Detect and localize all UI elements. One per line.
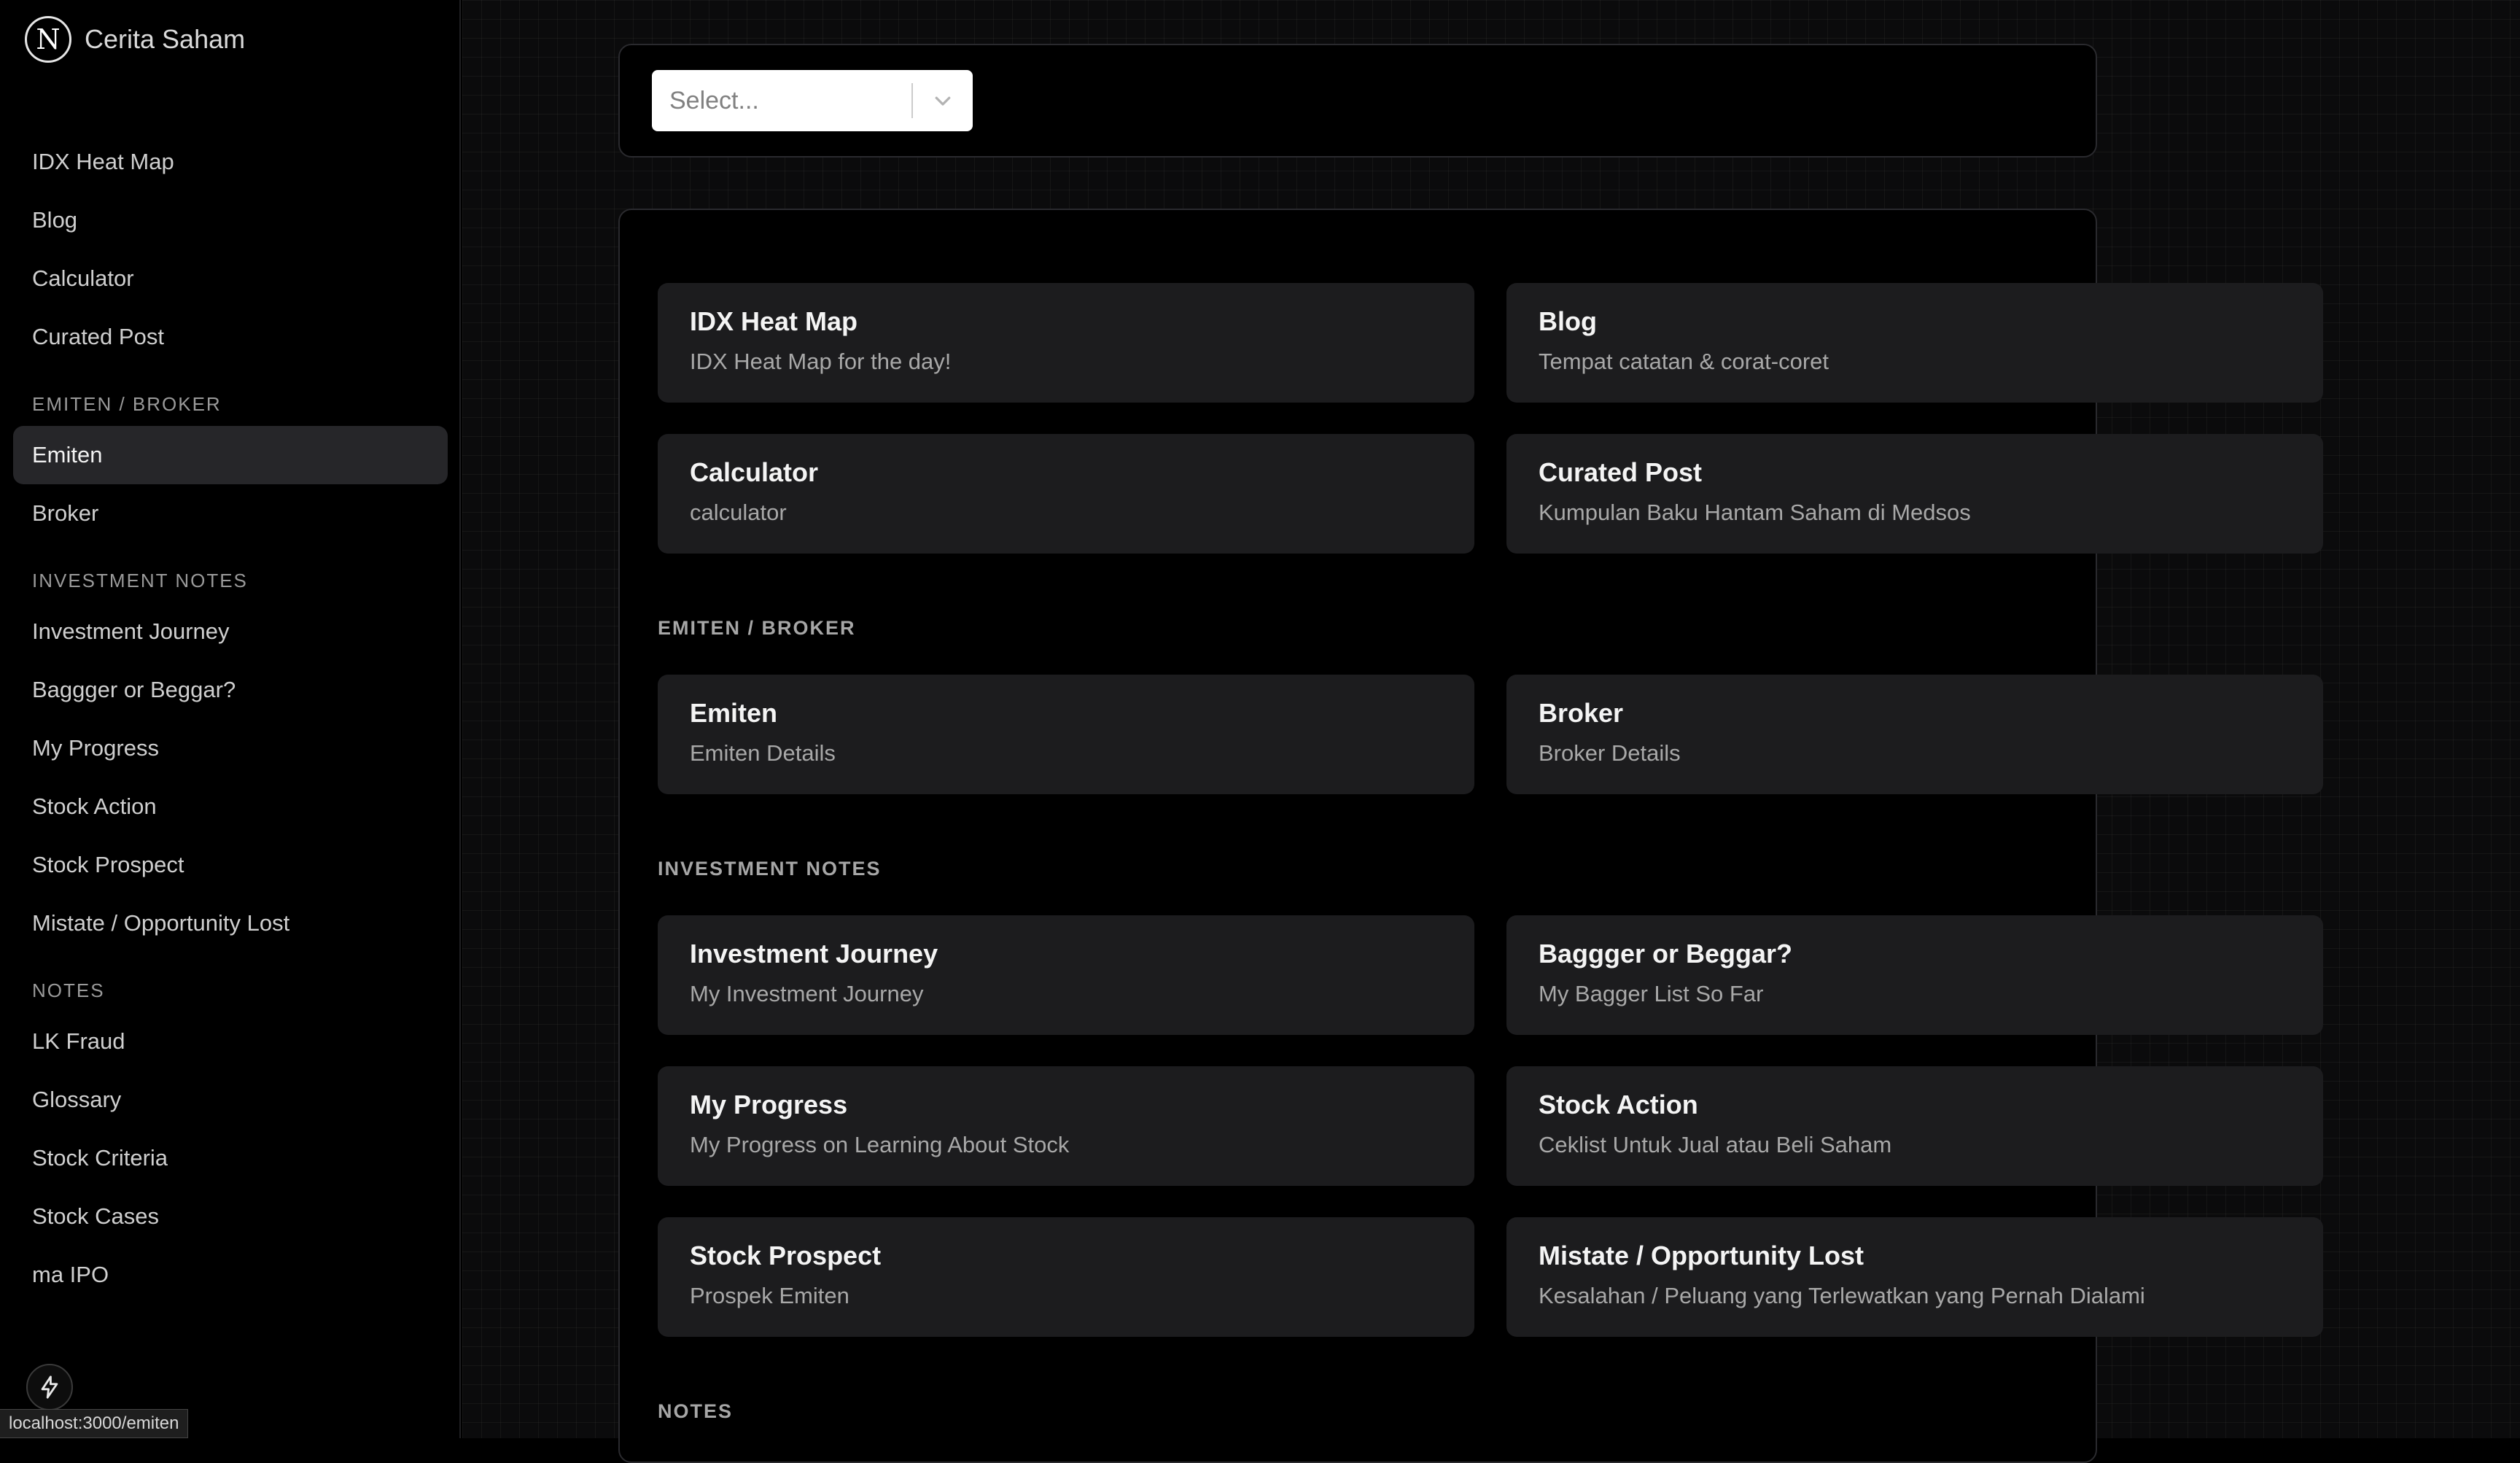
card-title: Stock Prospect <box>690 1241 882 1270</box>
card-title: Emiten <box>690 698 778 728</box>
search-panel: Select... <box>618 44 2097 158</box>
card-title: My Progress <box>690 1090 848 1119</box>
select-dropdown-toggle[interactable] <box>913 90 973 112</box>
sidebar-nav: IDX Heat Map Blog Calculator Curated Pos… <box>13 133 448 1304</box>
main-content: Select... IDX Heat Map IDX Heat Map for … <box>462 0 2520 1463</box>
card-my-progress[interactable]: My Progress My Progress on Learning Abou… <box>658 1066 1474 1186</box>
card-title: Investment Journey <box>690 939 938 969</box>
sidebar-item-blog[interactable]: Blog <box>13 191 448 249</box>
section-heading-emiten-broker: EMITEN / BROKER <box>658 617 856 639</box>
card-description: IDX Heat Map for the day! <box>690 349 952 374</box>
sidebar-item-investment-journey[interactable]: Investment Journey <box>13 602 448 661</box>
sidebar-item-stock-cases[interactable]: Stock Cases <box>13 1187 448 1246</box>
sidebar-item-stock-action[interactable]: Stock Action <box>13 777 448 836</box>
card-description: My Bagger List So Far <box>1539 981 1764 1006</box>
sidebar-item-mistake-opportunity-lost[interactable]: Mistate / Opportunity Lost <box>13 894 448 952</box>
sidebar-item-stock-prospect[interactable]: Stock Prospect <box>13 836 448 894</box>
sidebar-item-calculator[interactable]: Calculator <box>13 249 448 308</box>
card-calculator[interactable]: Calculator calculator <box>658 434 1474 554</box>
card-description: Kumpulan Baku Hantam Saham di Medsos <box>1539 500 1971 525</box>
card-description: Kesalahan / Peluang yang Terlewatkan yan… <box>1539 1283 2145 1308</box>
section-heading-investment-notes: INVESTMENT NOTES <box>658 858 882 880</box>
card-description: My Investment Journey <box>690 981 924 1006</box>
sidebar-section-emiten-broker: EMITEN / BROKER <box>32 392 222 415</box>
card-description: My Progress on Learning About Stock <box>690 1132 1070 1157</box>
card-title: Calculator <box>690 457 819 487</box>
card-bagger-or-beggar[interactable]: Baggger or Beggar? My Bagger List So Far <box>1506 915 2323 1035</box>
sidebar-item-my-progress[interactable]: My Progress <box>13 719 448 777</box>
card-title: Stock Action <box>1539 1090 1698 1119</box>
card-description: Broker Details <box>1539 740 1681 766</box>
sidebar-item-stock-criteria[interactable]: Stock Criteria <box>13 1129 448 1187</box>
card-broker[interactable]: Broker Broker Details <box>1506 675 2323 794</box>
card-emiten[interactable]: Emiten Emiten Details <box>658 675 1474 794</box>
sidebar-item-curated-post[interactable]: Curated Post <box>13 308 448 366</box>
brand[interactable]: N Cerita Saham <box>25 16 245 63</box>
card-stock-prospect[interactable]: Stock Prospect Prospek Emiten <box>658 1217 1474 1337</box>
lightning-bolt-icon <box>41 1375 58 1399</box>
status-bar-url: localhost:3000/emiten <box>0 1409 189 1438</box>
sidebar-item-bagger-or-beggar[interactable]: Baggger or Beggar? <box>13 661 448 719</box>
card-description: Ceklist Untuk Jual atau Beli Saham <box>1539 1132 1892 1157</box>
chevron-down-icon <box>935 96 951 106</box>
sidebar-item-idx-heat-map[interactable]: IDX Heat Map <box>13 133 448 191</box>
sidebar: N Cerita Saham IDX Heat Map Blog Calcula… <box>0 0 461 1438</box>
sidebar-item-broker[interactable]: Broker <box>13 484 448 543</box>
card-description: calculator <box>690 500 787 525</box>
card-idx-heat-map[interactable]: IDX Heat Map IDX Heat Map for the day! <box>658 283 1474 403</box>
app-title: Cerita Saham <box>85 24 246 54</box>
search-select-placeholder: Select... <box>669 86 759 115</box>
nextjs-logo-icon: N <box>25 16 71 63</box>
card-description: Tempat catatan & corat-coret <box>1539 349 1829 374</box>
sidebar-item-emiten[interactable]: Emiten <box>13 426 448 484</box>
card-title: IDX Heat Map <box>690 306 858 336</box>
card-title: Blog <box>1539 306 1597 336</box>
links-panel: IDX Heat Map IDX Heat Map for the day! B… <box>618 209 2323 1463</box>
section-heading-notes: NOTES <box>658 1400 734 1422</box>
card-description: Prospek Emiten <box>690 1283 849 1308</box>
sidebar-item-ipo[interactable]: ma IPO <box>13 1246 448 1304</box>
sidebar-item-lk-fraud[interactable]: LK Fraud <box>13 1012 448 1071</box>
search-select[interactable]: Select... <box>652 70 973 131</box>
card-investment-journey[interactable]: Investment Journey My Investment Journey <box>658 915 1474 1035</box>
card-title: Baggger or Beggar? <box>1539 939 1793 969</box>
card-blog[interactable]: Blog Tempat catatan & corat-coret <box>1506 283 2323 403</box>
sidebar-section-notes: NOTES <box>32 979 105 1001</box>
card-title: Mistate / Opportunity Lost <box>1539 1241 1864 1270</box>
dev-tools-button[interactable] <box>26 1364 73 1410</box>
card-title: Broker <box>1539 698 1624 728</box>
sidebar-item-glossary[interactable]: Glossary <box>13 1071 448 1129</box>
card-stock-action[interactable]: Stock Action Ceklist Untuk Jual atau Bel… <box>1506 1066 2323 1186</box>
card-mistake-opportunity-lost[interactable]: Mistate / Opportunity Lost Kesalahan / P… <box>1506 1217 2323 1337</box>
card-title: Curated Post <box>1539 457 1703 487</box>
card-curated-post[interactable]: Curated Post Kumpulan Baku Hantam Saham … <box>1506 434 2323 554</box>
sidebar-section-investment-notes: INVESTMENT NOTES <box>32 569 248 591</box>
card-description: Emiten Details <box>690 740 836 766</box>
